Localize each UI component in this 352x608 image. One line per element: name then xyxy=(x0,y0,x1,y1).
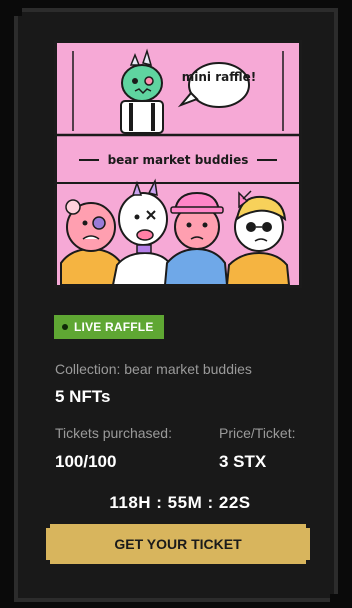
countdown-timer: 118H : 55M : 22S xyxy=(109,493,251,512)
live-dot-icon xyxy=(62,324,68,330)
tickets-purchased-value: 100/100 xyxy=(55,452,117,471)
nft-artwork: mini raffle! bear market buddies xyxy=(54,40,302,288)
banner-text: bear market buddies xyxy=(108,153,249,167)
get-ticket-button[interactable]: GET YOUR TICKET xyxy=(46,524,310,564)
price-per-ticket-label: Price/Ticket: xyxy=(219,425,296,441)
artwork-illustration: mini raffle! bear market buddies xyxy=(57,43,299,285)
status-label: LIVE RAFFLE xyxy=(74,320,154,334)
speech-bubble-text: mini raffle! xyxy=(182,70,256,84)
live-raffle-badge: LIVE RAFFLE xyxy=(54,315,164,339)
tickets-purchased-label: Tickets purchased: xyxy=(55,425,172,441)
price-per-ticket-value: 3 STX xyxy=(219,452,267,471)
nft-count: 5 NFTs xyxy=(55,387,111,406)
raffle-card: mini raffle! bear market buddies LIVE RA… xyxy=(12,6,340,604)
collection-label: Collection: bear market buddies xyxy=(55,361,252,377)
